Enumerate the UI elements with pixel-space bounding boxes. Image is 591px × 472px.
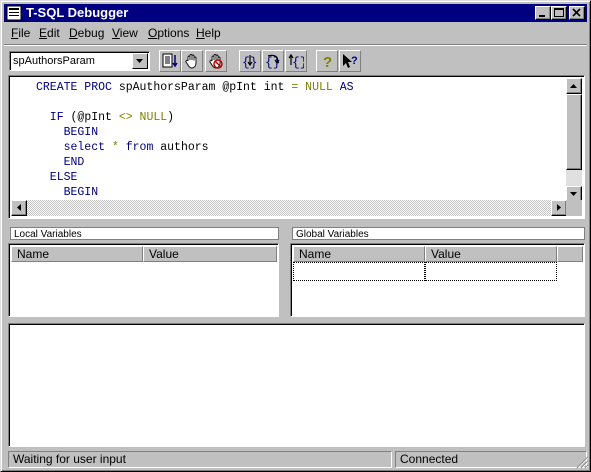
vertical-scrollbar[interactable]: [566, 78, 582, 202]
arrow-up-icon: [570, 84, 577, 88]
menu-help[interactable]: Help: [196, 25, 221, 41]
step-over-button[interactable]: {}: [262, 50, 284, 72]
connection-status: Connected: [395, 451, 587, 468]
step-over-icon: {}: [265, 54, 281, 69]
go-button[interactable]: [159, 50, 181, 72]
svg-text:{}: {}: [292, 55, 304, 69]
toolbar: spAuthorsParam {} {} {? ?: [4, 44, 587, 75]
svg-text:?: ?: [351, 55, 358, 67]
local-variables-grid[interactable]: Name Value: [8, 243, 279, 317]
app-icon: [6, 5, 22, 21]
code-token: BEGIN: [36, 126, 99, 139]
code-token: *: [111, 141, 119, 154]
code-editor[interactable]: CREATE PROC spAuthorsParam @pInt int = N…: [8, 75, 585, 219]
help-icon: ?: [323, 54, 332, 69]
code-token: ): [167, 111, 175, 124]
vertical-scroll-thumb[interactable]: [566, 94, 582, 170]
code-view[interactable]: CREATE PROC spAuthorsParam @pInt int = N…: [11, 78, 569, 201]
global-value-header[interactable]: Value: [425, 246, 557, 262]
scroll-up-button[interactable]: [566, 78, 582, 94]
menu-edit[interactable]: Edit: [39, 25, 60, 41]
resize-grip-icon[interactable]: [575, 455, 589, 469]
code-token: BEGIN: [36, 186, 99, 199]
step-out-icon: {}: [288, 53, 304, 69]
code-token: <>: [118, 111, 133, 124]
window-title: T-SQL Debugger: [26, 5, 129, 20]
arrow-down-icon: [570, 192, 577, 196]
scroll-right-button[interactable]: [551, 200, 567, 216]
clear-breakpoints-button[interactable]: [205, 50, 227, 72]
local-variables-label: Local Variables: [10, 227, 279, 240]
menu-bar: File Edit Debug View Options Help: [4, 23, 587, 42]
code-line[interactable]: BEGIN: [36, 185, 99, 200]
code-token: select: [36, 141, 106, 154]
svg-text:?: ?: [323, 54, 332, 69]
arrow-left-icon: [17, 204, 21, 211]
code-line[interactable]: ELSE: [36, 170, 78, 185]
step-into-button[interactable]: {}: [239, 50, 261, 72]
code-token: ELSE: [36, 171, 78, 184]
context-help-icon: ?: [343, 54, 358, 68]
code-token: from: [125, 141, 154, 154]
global-variables-pane: Global Variables Name Value: [290, 227, 585, 317]
maximize-icon: [554, 8, 564, 17]
step-into-icon: {}: [242, 55, 258, 69]
status-message: Waiting for user input: [8, 451, 392, 468]
help-button[interactable]: ?: [316, 50, 338, 72]
scroll-left-button[interactable]: [11, 200, 27, 216]
code-line[interactable]: CREATE PROC spAuthorsParam @pInt int = N…: [36, 80, 354, 95]
clear-breakpoints-icon: [209, 54, 223, 69]
debugger-window: T-SQL Debugger File Edit Debug View Opti…: [0, 0, 591, 472]
horizontal-scrollbar[interactable]: [11, 200, 567, 216]
global-variables-label: Global Variables: [292, 227, 585, 240]
go-icon: [162, 53, 178, 68]
code-token: NULL: [139, 111, 168, 124]
code-token: IF: [36, 111, 64, 124]
close-icon: [572, 8, 581, 17]
code-line[interactable]: select * from authors: [36, 140, 209, 155]
global-value-cell[interactable]: [425, 262, 557, 281]
code-token: END: [36, 156, 85, 169]
close-button[interactable]: [569, 6, 585, 20]
minimize-icon: [539, 15, 545, 17]
code-token: NULL: [305, 81, 333, 94]
chevron-down-icon[interactable]: [132, 53, 148, 69]
maximize-button[interactable]: [551, 6, 567, 20]
status-bar: Waiting for user input Connected: [4, 450, 589, 469]
menu-debug[interactable]: Debug: [69, 25, 104, 41]
code-line[interactable]: END: [36, 155, 85, 170]
procedure-select[interactable]: spAuthorsParam: [9, 51, 150, 71]
code-line[interactable]: BEGIN: [36, 125, 99, 140]
code-token: CREATE PROC: [36, 81, 112, 94]
local-value-header[interactable]: Value: [143, 246, 277, 262]
code-token: (@pInt: [63, 111, 119, 124]
title-bar[interactable]: T-SQL Debugger: [4, 4, 587, 22]
local-variables-pane: Local Variables Name Value: [8, 227, 279, 317]
code-line[interactable]: IF (@pInt <> NULL): [36, 110, 174, 125]
menu-options[interactable]: Options: [148, 25, 189, 41]
global-variables-grid[interactable]: Name Value: [290, 243, 585, 317]
breakpoint-hand-icon: [185, 54, 197, 69]
output-pane[interactable]: [8, 323, 585, 447]
local-name-header[interactable]: Name: [11, 246, 143, 262]
code-token: spAuthorsParam @pInt int: [111, 81, 292, 94]
arrow-right-icon: [557, 204, 561, 211]
global-name-header[interactable]: Name: [293, 246, 425, 262]
code-token: authors: [153, 141, 209, 154]
menu-file[interactable]: File: [11, 25, 30, 41]
code-token: AS: [339, 81, 354, 94]
minimize-button[interactable]: [535, 6, 551, 20]
menu-view[interactable]: View: [112, 25, 138, 41]
scrollbar-corner: [566, 200, 582, 216]
global-extra-header: [557, 246, 583, 262]
global-name-cell[interactable]: [293, 262, 425, 281]
step-out-button[interactable]: {}: [285, 50, 307, 72]
context-help-button[interactable]: ?: [339, 50, 361, 72]
procedure-select-value: spAuthorsParam: [13, 55, 95, 67]
toggle-breakpoint-button[interactable]: [181, 50, 203, 72]
